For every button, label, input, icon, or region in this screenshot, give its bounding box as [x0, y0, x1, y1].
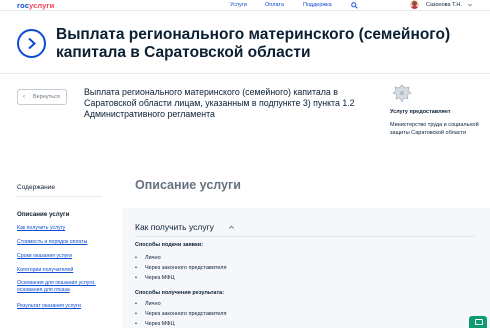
nav-payment[interactable]: Оплата	[265, 2, 284, 8]
list-item: Лично	[135, 255, 161, 261]
service-arrow-badge	[17, 29, 46, 58]
search-icon[interactable]	[351, 2, 358, 9]
submit-methods-heading: Способы подачи заявки:	[135, 242, 204, 248]
provider-name: Министерство труда и социальной защиты С…	[390, 122, 479, 136]
toc-link-cost[interactable]: Стоимость и порядок оплаты	[17, 239, 112, 246]
toc-divider	[17, 196, 102, 197]
chevron-down-icon[interactable]	[467, 2, 473, 8]
top-bar: госуслуги Услуги Оплата Поддержка Сазоно…	[0, 0, 490, 11]
list-item: Через МФЦ	[135, 321, 175, 327]
toc-title: Содержание	[17, 184, 55, 191]
chevron-right-icon	[28, 37, 36, 50]
gosuslugi-logo[interactable]: госуслуги	[17, 1, 54, 10]
page-title: Выплата регионального материнского (семе…	[56, 26, 451, 61]
list-item: Через законного представителя	[135, 265, 226, 271]
logo-part-2: услуги	[28, 1, 55, 10]
card-divider	[135, 236, 475, 237]
toc-item-active[interactable]: Описание услуги	[17, 211, 69, 218]
back-button[interactable]: ‹ Вернуться	[17, 89, 67, 105]
avatar[interactable]	[410, 0, 419, 9]
chevron-up-icon[interactable]	[228, 224, 235, 230]
section-title: Описание услуги	[135, 178, 241, 192]
nav-support[interactable]: Поддержка	[303, 2, 332, 8]
provider-title: Услугу предоставляет	[390, 109, 451, 115]
accordion-title[interactable]: Как получить услугу	[135, 222, 214, 232]
logo-part-1: гос	[17, 1, 29, 10]
nav-services[interactable]: Услуги	[230, 2, 247, 8]
toc-link-categories[interactable]: Категории получателей	[17, 267, 112, 274]
user-name[interactable]: Сазонова Т.Н.	[426, 2, 462, 8]
back-button-label: Вернуться	[33, 94, 60, 100]
emblem-icon	[392, 84, 412, 103]
list-item: Через МФЦ	[135, 275, 175, 281]
chevron-left-icon: ‹	[23, 94, 25, 100]
service-description: Выплата регионального материнского (семе…	[84, 87, 355, 119]
toc-link-how-to-get[interactable]: Как получить услугу	[17, 225, 112, 232]
toc-link-grounds[interactable]: Основания для оказания услуги, основания…	[17, 280, 112, 294]
divider	[0, 73, 490, 74]
chat-icon[interactable]	[469, 316, 487, 328]
list-item: Через законного представителя	[135, 311, 226, 317]
toc-link-terms[interactable]: Сроки оказания услуги	[17, 253, 112, 260]
list-item: Лично	[135, 301, 161, 307]
toc-link-result[interactable]: Результат оказания услуги	[17, 303, 112, 310]
result-methods-heading: Способы получения результата:	[135, 290, 225, 296]
